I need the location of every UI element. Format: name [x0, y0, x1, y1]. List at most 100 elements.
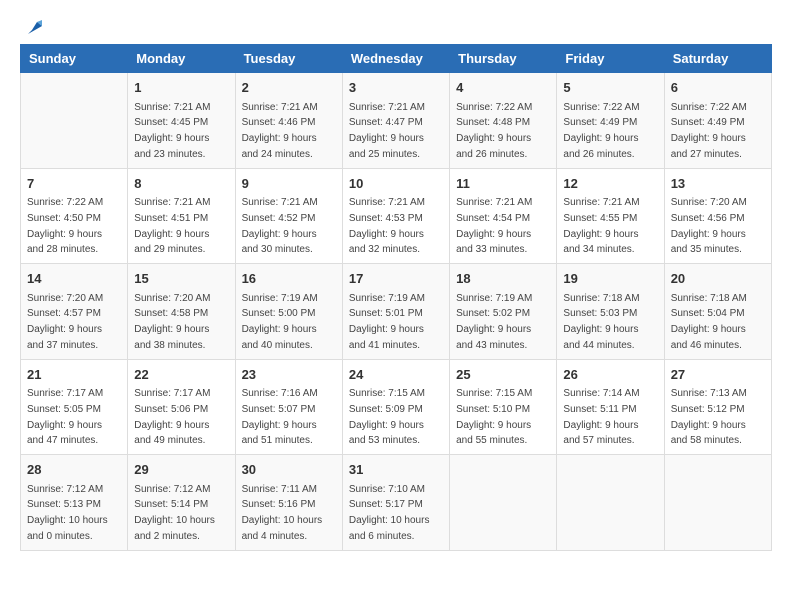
day-cell: 5 Sunrise: 7:22 AM Sunset: 4:49 PM Daylig…: [557, 73, 664, 169]
day-cell: 20Sunrise: 7:18 AM Sunset: 5:04 PM Dayli…: [664, 264, 771, 360]
day-info: Sunrise: 7:16 AM Sunset: 5:07 PM Dayligh…: [242, 388, 318, 446]
day-info: Sunrise: 7:14 AM Sunset: 5:11 PM Dayligh…: [563, 388, 639, 446]
day-info: Sunrise: 7:11 AM Sunset: 5:16 PM Dayligh…: [242, 484, 323, 542]
day-info: Sunrise: 7:22 AM Sunset: 4:49 PM Dayligh…: [563, 102, 639, 160]
day-cell: 30 Sunrise: 7:11 AM Sunset: 5:16 PM Dayli…: [235, 455, 342, 551]
week-row-4: 21 Sunrise: 7:17 AM Sunset: 5:05 PM Dayli…: [21, 359, 772, 455]
day-number: 5: [563, 78, 657, 98]
day-cell: 27 Sunrise: 7:13 AM Sunset: 5:12 PM Dayli…: [664, 359, 771, 455]
day-cell: 25 Sunrise: 7:15 AM Sunset: 5:10 PM Dayli…: [450, 359, 557, 455]
day-info: Sunrise: 7:13 AM Sunset: 5:12 PM Dayligh…: [671, 388, 747, 446]
day-info: Sunrise: 7:12 AM Sunset: 5:14 PM Dayligh…: [134, 484, 215, 542]
day-cell: 17 Sunrise: 7:19 AM Sunset: 5:01 PM Dayli…: [342, 264, 449, 360]
header-cell-monday: Monday: [128, 45, 235, 73]
day-number: 28: [27, 460, 121, 480]
day-info: Sunrise: 7:19 AM Sunset: 5:02 PM Dayligh…: [456, 293, 532, 351]
day-info: Sunrise: 7:18 AM Sunset: 5:03 PM Dayligh…: [563, 293, 639, 351]
day-info: Sunrise: 7:21 AM Sunset: 4:51 PM Dayligh…: [134, 197, 210, 255]
day-number: 20: [671, 269, 765, 289]
day-info: Sunrise: 7:21 AM Sunset: 4:53 PM Dayligh…: [349, 197, 425, 255]
day-number: 27: [671, 365, 765, 385]
day-number: 25: [456, 365, 550, 385]
day-cell: 15 Sunrise: 7:20 AM Sunset: 4:58 PM Dayli…: [128, 264, 235, 360]
day-cell: 22 Sunrise: 7:17 AM Sunset: 5:06 PM Dayli…: [128, 359, 235, 455]
day-cell: [557, 455, 664, 551]
day-cell: 9 Sunrise: 7:21 AM Sunset: 4:52 PM Daylig…: [235, 168, 342, 264]
header-cell-tuesday: Tuesday: [235, 45, 342, 73]
day-cell: 14Sunrise: 7:20 AM Sunset: 4:57 PM Dayli…: [21, 264, 128, 360]
day-number: 11: [456, 174, 550, 194]
day-cell: 4Sunrise: 7:22 AM Sunset: 4:48 PM Daylig…: [450, 73, 557, 169]
day-cell: 13Sunrise: 7:20 AM Sunset: 4:56 PM Dayli…: [664, 168, 771, 264]
day-info: Sunrise: 7:22 AM Sunset: 4:49 PM Dayligh…: [671, 102, 747, 160]
day-cell: 7 Sunrise: 7:22 AM Sunset: 4:50 PM Daylig…: [21, 168, 128, 264]
day-cell: 6 Sunrise: 7:22 AM Sunset: 4:49 PM Daylig…: [664, 73, 771, 169]
calendar-table: SundayMondayTuesdayWednesdayThursdayFrid…: [20, 44, 772, 551]
day-info: Sunrise: 7:15 AM Sunset: 5:10 PM Dayligh…: [456, 388, 532, 446]
header-cell-saturday: Saturday: [664, 45, 771, 73]
day-cell: 23 Sunrise: 7:16 AM Sunset: 5:07 PM Dayli…: [235, 359, 342, 455]
day-number: 23: [242, 365, 336, 385]
day-info: Sunrise: 7:20 AM Sunset: 4:56 PM Dayligh…: [671, 197, 747, 255]
day-info: Sunrise: 7:21 AM Sunset: 4:55 PM Dayligh…: [563, 197, 639, 255]
day-cell: 24 Sunrise: 7:15 AM Sunset: 5:09 PM Dayli…: [342, 359, 449, 455]
day-number: 31: [349, 460, 443, 480]
day-cell: [664, 455, 771, 551]
day-info: Sunrise: 7:15 AM Sunset: 5:09 PM Dayligh…: [349, 388, 425, 446]
header-cell-wednesday: Wednesday: [342, 45, 449, 73]
day-info: Sunrise: 7:22 AM Sunset: 4:48 PM Dayligh…: [456, 102, 532, 160]
day-number: 16: [242, 269, 336, 289]
day-info: Sunrise: 7:17 AM Sunset: 5:06 PM Dayligh…: [134, 388, 210, 446]
day-info: Sunrise: 7:22 AM Sunset: 4:50 PM Dayligh…: [27, 197, 103, 255]
day-info: Sunrise: 7:21 AM Sunset: 4:46 PM Dayligh…: [242, 102, 318, 160]
day-number: 6: [671, 78, 765, 98]
week-row-2: 7 Sunrise: 7:22 AM Sunset: 4:50 PM Daylig…: [21, 168, 772, 264]
day-info: Sunrise: 7:20 AM Sunset: 4:57 PM Dayligh…: [27, 293, 103, 351]
header-row: SundayMondayTuesdayWednesdayThursdayFrid…: [21, 45, 772, 73]
day-number: 18: [456, 269, 550, 289]
day-number: 3: [349, 78, 443, 98]
day-info: Sunrise: 7:10 AM Sunset: 5:17 PM Dayligh…: [349, 484, 430, 542]
day-cell: 12 Sunrise: 7:21 AM Sunset: 4:55 PM Dayli…: [557, 168, 664, 264]
day-info: Sunrise: 7:19 AM Sunset: 5:01 PM Dayligh…: [349, 293, 425, 351]
day-cell: 10 Sunrise: 7:21 AM Sunset: 4:53 PM Dayli…: [342, 168, 449, 264]
day-cell: 8 Sunrise: 7:21 AM Sunset: 4:51 PM Daylig…: [128, 168, 235, 264]
day-number: 9: [242, 174, 336, 194]
logo-icon: [24, 16, 46, 38]
logo: [20, 20, 46, 34]
day-cell: 16Sunrise: 7:19 AM Sunset: 5:00 PM Dayli…: [235, 264, 342, 360]
day-number: 29: [134, 460, 228, 480]
day-number: 1: [134, 78, 228, 98]
day-number: 24: [349, 365, 443, 385]
day-number: 30: [242, 460, 336, 480]
day-info: Sunrise: 7:21 AM Sunset: 4:45 PM Dayligh…: [134, 102, 210, 160]
day-number: 15: [134, 269, 228, 289]
day-number: 21: [27, 365, 121, 385]
day-number: 10: [349, 174, 443, 194]
day-cell: 1 Sunrise: 7:21 AM Sunset: 4:45 PM Daylig…: [128, 73, 235, 169]
day-cell: 18 Sunrise: 7:19 AM Sunset: 5:02 PM Dayli…: [450, 264, 557, 360]
day-cell: 11Sunrise: 7:21 AM Sunset: 4:54 PM Dayli…: [450, 168, 557, 264]
day-cell: [21, 73, 128, 169]
day-number: 8: [134, 174, 228, 194]
week-row-1: 1 Sunrise: 7:21 AM Sunset: 4:45 PM Daylig…: [21, 73, 772, 169]
day-info: Sunrise: 7:20 AM Sunset: 4:58 PM Dayligh…: [134, 293, 210, 351]
day-cell: 21 Sunrise: 7:17 AM Sunset: 5:05 PM Dayli…: [21, 359, 128, 455]
day-cell: 26Sunrise: 7:14 AM Sunset: 5:11 PM Dayli…: [557, 359, 664, 455]
week-row-5: 28Sunrise: 7:12 AM Sunset: 5:13 PM Dayli…: [21, 455, 772, 551]
day-info: Sunrise: 7:17 AM Sunset: 5:05 PM Dayligh…: [27, 388, 103, 446]
day-cell: 2Sunrise: 7:21 AM Sunset: 4:46 PM Daylig…: [235, 73, 342, 169]
day-cell: 19Sunrise: 7:18 AM Sunset: 5:03 PM Dayli…: [557, 264, 664, 360]
day-info: Sunrise: 7:21 AM Sunset: 4:47 PM Dayligh…: [349, 102, 425, 160]
day-cell: 3 Sunrise: 7:21 AM Sunset: 4:47 PM Daylig…: [342, 73, 449, 169]
day-info: Sunrise: 7:21 AM Sunset: 4:52 PM Dayligh…: [242, 197, 318, 255]
day-number: 17: [349, 269, 443, 289]
day-cell: 29 Sunrise: 7:12 AM Sunset: 5:14 PM Dayli…: [128, 455, 235, 551]
day-number: 22: [134, 365, 228, 385]
day-number: 7: [27, 174, 121, 194]
day-number: 12: [563, 174, 657, 194]
week-row-3: 14Sunrise: 7:20 AM Sunset: 4:57 PM Dayli…: [21, 264, 772, 360]
page-header: [20, 20, 772, 34]
day-cell: 31 Sunrise: 7:10 AM Sunset: 5:17 PM Dayli…: [342, 455, 449, 551]
day-cell: [450, 455, 557, 551]
